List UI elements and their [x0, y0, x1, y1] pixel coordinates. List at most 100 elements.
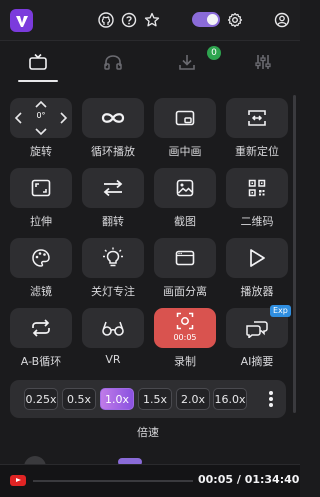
more-vertical-icon[interactable] — [265, 389, 277, 409]
speed-option[interactable]: 0.5x — [62, 388, 96, 410]
rotate-button[interactable]: 0° — [10, 98, 72, 138]
window-icon — [175, 250, 195, 266]
tool-label: 画面分离 — [163, 285, 207, 298]
vr-button[interactable] — [82, 308, 144, 348]
ab-loop-button[interactable] — [10, 308, 72, 348]
tool-detach: 画面分离 — [154, 238, 224, 300]
tool-flip: 翻转 — [82, 168, 152, 230]
active-tab-indicator — [18, 80, 58, 82]
tool-record: 00:05 录制 — [154, 308, 224, 370]
github-icon[interactable] — [98, 12, 114, 28]
palette-icon — [31, 248, 51, 268]
theme-toggle[interactable] — [192, 12, 220, 27]
qrcode-icon — [248, 179, 266, 197]
tool-vr: VR — [82, 308, 152, 370]
speed-option[interactable]: 16.0x — [213, 388, 247, 410]
tool-label: A-B循环 — [20, 355, 62, 368]
ai-summary-button[interactable]: Exp — [226, 305, 291, 348]
record-timer: 00:05 — [173, 333, 197, 342]
tool-label: 画中画 — [168, 145, 202, 158]
tool-label: 拉伸 — [30, 215, 52, 228]
youtube-icon[interactable] — [10, 475, 26, 486]
qrcode-button[interactable] — [226, 168, 288, 208]
speed-option-active[interactable]: 1.0x — [100, 388, 134, 410]
tool-label: 播放器 — [240, 285, 274, 298]
tab-audio[interactable] — [88, 46, 138, 78]
record-button[interactable]: 00:05 — [154, 308, 216, 348]
tool-filter: 滤镜 — [10, 238, 80, 300]
tv-icon — [28, 53, 48, 71]
speed-option[interactable]: 1.5x — [138, 388, 172, 410]
speed-option[interactable]: 2.0x — [176, 388, 210, 410]
tool-loop: 循环播放 — [82, 98, 152, 160]
panel-scrollbar[interactable] — [293, 95, 296, 413]
pip-button[interactable] — [154, 98, 216, 138]
pip-icon — [175, 110, 195, 126]
tool-label: AI摘要 — [240, 355, 274, 368]
top-bar — [0, 0, 300, 41]
tool-label: 重新定位 — [235, 145, 279, 158]
tool-lights-off: 关灯专注 — [82, 238, 152, 300]
tool-reposition: 重新定位 — [226, 98, 296, 160]
toggle-knob — [207, 14, 218, 25]
speed-label: 倍速 — [137, 426, 159, 439]
playback-time: 00:05 / 01:34:40 — [198, 473, 300, 486]
download-icon — [177, 53, 197, 71]
sliders-icon — [253, 53, 273, 71]
tool-pip: 画中画 — [154, 98, 224, 160]
lightbulb-icon — [102, 247, 124, 269]
filter-button[interactable] — [10, 238, 72, 278]
tool-rotate: 0° 旋转 — [10, 98, 80, 160]
flip-button[interactable] — [82, 168, 144, 208]
detach-button[interactable] — [154, 238, 216, 278]
player-button[interactable] — [226, 238, 288, 278]
loop-button[interactable] — [82, 98, 144, 138]
stretch-button[interactable] — [10, 168, 72, 208]
tool-ab-loop: A-B循环 — [10, 308, 80, 370]
rotate-value: 0° — [36, 111, 46, 120]
rotate-icon: 0° — [10, 98, 72, 138]
screenshot-button[interactable] — [154, 168, 216, 208]
headphones-icon — [103, 53, 123, 71]
progress-bar[interactable] — [33, 480, 193, 482]
exp-badge: Exp — [270, 305, 291, 317]
tool-label: 关灯专注 — [91, 285, 135, 298]
tool-label: 二维码 — [240, 215, 274, 228]
ai-chat-icon — [245, 318, 269, 338]
record-icon — [176, 312, 194, 330]
flip-icon — [102, 179, 124, 197]
speed-option[interactable]: 0.25x — [24, 388, 58, 410]
tool-screenshot: 截图 — [154, 168, 224, 230]
tool-label: 录制 — [174, 355, 196, 368]
tool-qrcode: 二维码 — [226, 168, 296, 230]
tool-label: 循环播放 — [91, 145, 135, 158]
user-icon[interactable] — [274, 12, 290, 28]
tool-label: VR — [105, 353, 121, 366]
tool-label: 滤镜 — [30, 285, 52, 298]
tab-video[interactable] — [13, 46, 63, 78]
download-count-badge: 0 — [207, 46, 221, 60]
infinity-icon — [100, 111, 126, 125]
ab-loop-icon — [30, 318, 52, 338]
tab-settings[interactable] — [238, 46, 288, 78]
tool-label: 翻转 — [102, 215, 124, 228]
tool-player: 播放器 — [226, 238, 296, 300]
lights-off-button[interactable] — [82, 238, 144, 278]
play-icon — [248, 248, 266, 268]
help-icon[interactable] — [121, 12, 137, 28]
v-logo-icon[interactable] — [10, 9, 33, 32]
tool-label: 截图 — [174, 215, 196, 228]
vr-glasses-icon — [101, 319, 125, 337]
player-bar: 00:05 / 01:34:40 — [0, 464, 300, 497]
gear-icon[interactable] — [227, 12, 243, 28]
tab-bar — [0, 46, 300, 82]
tab-download[interactable] — [162, 46, 212, 78]
reposition-icon — [246, 109, 268, 127]
reposition-button[interactable] — [226, 98, 288, 138]
stretch-icon — [31, 179, 51, 197]
screenshot-icon — [176, 179, 194, 197]
tool-label: 旋转 — [30, 145, 52, 158]
speed-panel: 0.25x 0.5x 1.0x 1.5x 2.0x 16.0x — [10, 380, 286, 418]
tool-ai-summary: Exp AI摘要 — [226, 305, 296, 370]
star-icon[interactable] — [144, 12, 160, 28]
